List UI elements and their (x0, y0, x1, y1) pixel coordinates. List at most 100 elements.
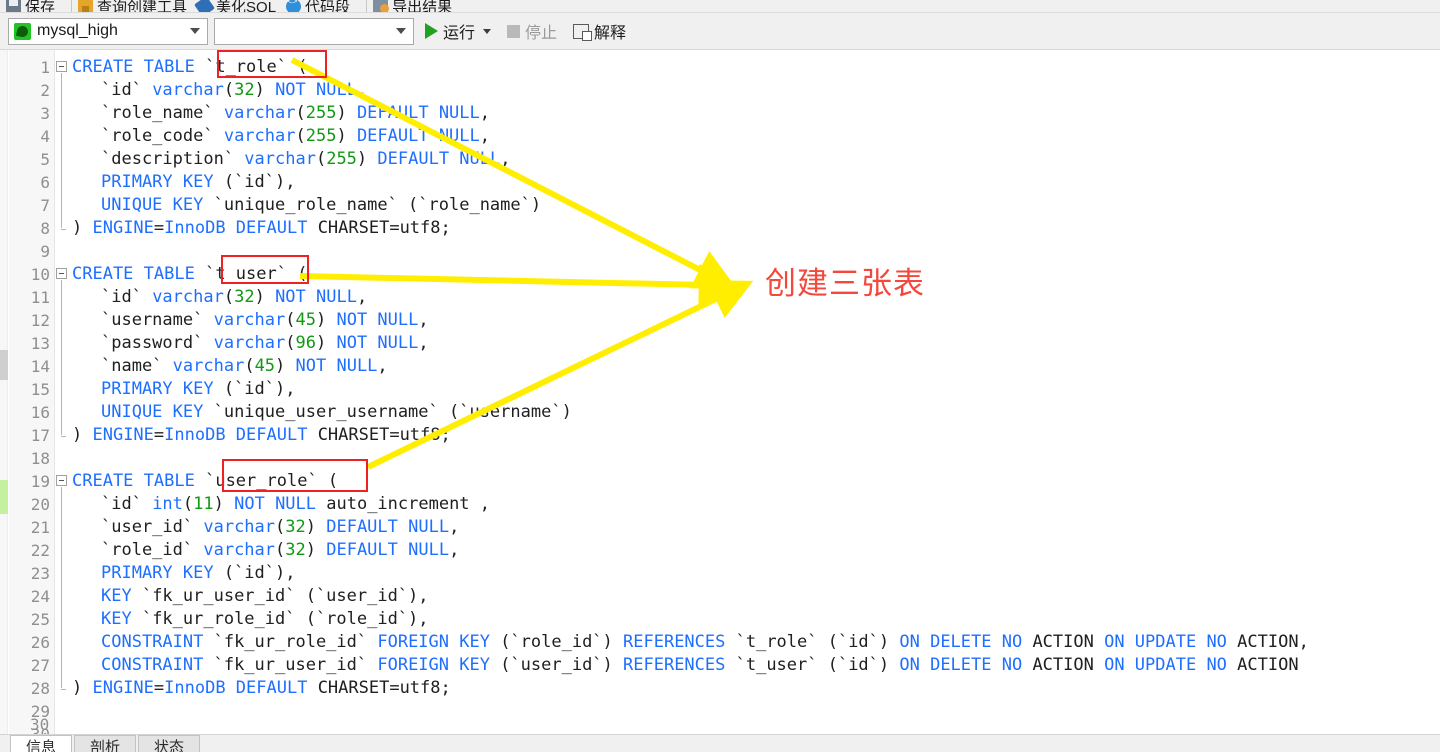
line-number: 27 (30, 656, 50, 675)
tab-status[interactable]: 状态 (138, 735, 200, 752)
code-token: , (479, 126, 491, 146)
code-line[interactable]: PRIMARY KEY (`id`), (101, 562, 295, 585)
code-line[interactable]: CONSTRAINT `fk_ur_role_id` FOREIGN KEY (… (101, 631, 1309, 654)
code-token: ACTION (1022, 632, 1105, 652)
code-token: varchar (223, 126, 296, 146)
code-token: ) (72, 425, 93, 445)
toolbar-export-result-button[interactable]: 导出结果 (373, 0, 453, 13)
code-line[interactable]: `username` varchar(45) NOT NULL, (101, 309, 429, 332)
toolbar-beautify-sql-button[interactable]: 美化SQL (194, 0, 276, 12)
code-token: `name` (101, 356, 173, 376)
line-number-gutter: 1 2 3 4 5 6 7 8 9 10 11 12 13 14 15 16 17 18 19 20 21 22 23 24 2… (9, 50, 55, 744)
toolbar-divider (71, 0, 73, 12)
annotation-note: 创建三张表 (765, 266, 925, 302)
code-line[interactable]: `password` varchar(96) NOT NULL, (101, 332, 429, 355)
tab-status-label: 状态 (153, 739, 184, 752)
code-token: CREATE (72, 57, 134, 77)
code-line[interactable]: `description` varchar(255) DEFAULT NULL, (101, 148, 510, 171)
result-panel-tabbar: 信息 剖析 状态 (0, 734, 1440, 752)
code-token: , (449, 517, 460, 537)
code-line[interactable]: `name` varchar(45) NOT NULL, (101, 355, 388, 378)
stop-button[interactable]: 停止 (502, 17, 562, 45)
code-line[interactable]: `role_code` varchar(255) DEFAULT NULL, (101, 125, 490, 148)
line-number: 10 (30, 265, 50, 284)
object-select[interactable] (214, 17, 414, 45)
code-content[interactable]: CREATE TABLE `t_role` (`id` varchar(32) … (56, 50, 1440, 734)
toolbar-save-button[interactable]: 保存 (6, 0, 56, 13)
run-dropdown-chevron-icon[interactable] (483, 28, 492, 34)
vertical-scrollbar-thumb[interactable] (0, 350, 8, 380)
code-line[interactable]: `user_id` varchar(32) DEFAULT NULL, (101, 516, 459, 539)
sql-code-editor[interactable]: 1 2 3 4 5 6 7 8 9 10 11 12 13 14 15 16 17 18 19 20 21 22 23 24 2… (0, 50, 1440, 744)
code-token: NOT NULL (336, 333, 419, 353)
stop-icon (507, 24, 521, 38)
code-token: ) (254, 287, 276, 307)
toolbar-save-label: 保存 (25, 0, 56, 13)
code-line[interactable]: ) ENGINE=InnoDB DEFAULT CHARSET=utf8; (72, 677, 451, 700)
query-builder-icon (78, 0, 94, 12)
line-number: 19 (30, 472, 50, 491)
code-line[interactable]: `id` varchar(32) NOT NULL, (101, 286, 367, 309)
toolbar-query-builder-button[interactable]: 查询创建工具 (78, 0, 187, 12)
code-line[interactable]: CREATE TABLE `t_user` ( (72, 263, 307, 286)
code-line[interactable]: CREATE TABLE `user_role` ( (72, 470, 338, 493)
code-snippet-icon (286, 0, 302, 12)
code-line[interactable]: KEY `fk_ur_role_id` (`role_id`), (101, 608, 429, 631)
code-token: 32 (234, 287, 255, 307)
code-line[interactable]: `id` varchar(32) NOT NULL, (101, 79, 367, 102)
code-token: `unique_role_name` (`role_name`) (203, 195, 542, 215)
database-select[interactable]: mysql_high (8, 17, 208, 45)
code-token: (`id`), (213, 563, 296, 583)
line-number: 28 (30, 679, 50, 698)
code-token: varchar (203, 517, 276, 537)
code-token: , (479, 103, 491, 123)
code-token: , (500, 149, 511, 169)
editor-left-rail[interactable] (0, 50, 8, 734)
code-line[interactable]: ) ENGINE=InnoDB DEFAULT CHARSET=utf8; (72, 424, 451, 447)
code-line[interactable]: KEY `fk_ur_user_id` (`user_id`), (101, 585, 429, 608)
run-button[interactable]: 运行 (420, 17, 496, 45)
code-token: CHARSET=utf8; (307, 218, 451, 238)
code-line[interactable]: `role_id` varchar(32) DEFAULT NULL, (101, 539, 459, 562)
code-token: ) (336, 126, 357, 146)
code-token: CHARSET=utf8; (307, 678, 451, 698)
code-token: InnoDB DEFAULT (164, 425, 308, 445)
code-token: `id` (101, 80, 153, 100)
code-token: (`role_id`) (489, 632, 624, 652)
code-token: (`user_id`) (489, 655, 624, 675)
code-line[interactable]: CONSTRAINT `fk_ur_user_id` FOREIGN KEY (… (101, 654, 1299, 677)
code-token: NOT NULL (234, 494, 317, 514)
code-token: 96 (295, 333, 316, 353)
code-line[interactable]: PRIMARY KEY (`id`), (101, 378, 295, 401)
code-line[interactable]: UNIQUE KEY `unique_role_name` (`role_nam… (101, 194, 541, 217)
code-token: CHARSET=utf8; (307, 425, 451, 445)
line-number: 8 (40, 219, 50, 238)
tab-info[interactable]: 信息 (10, 735, 72, 752)
explain-icon (573, 23, 593, 41)
toolbar-export-result-label: 导出结果 (392, 0, 453, 13)
code-line[interactable]: `role_name` varchar(255) DEFAULT NULL, (101, 102, 490, 125)
database-icon (14, 22, 31, 40)
code-token: 32 (285, 540, 306, 560)
toolbar-code-snippet-button[interactable]: 代码段 (286, 0, 350, 12)
chevron-down-icon (190, 28, 200, 34)
code-token: ON DELETE NO (899, 632, 1023, 652)
code-token: `role_name` (101, 103, 224, 123)
code-token: TABLE (143, 57, 195, 77)
code-token: DEFAULT NULL (356, 103, 480, 123)
line-number: 5 (40, 150, 50, 169)
line-number: 6 (40, 173, 50, 192)
code-token: varchar (213, 310, 286, 330)
code-token: UNIQUE KEY (101, 402, 204, 422)
code-line[interactable]: UNIQUE KEY `unique_user_username` (`user… (101, 401, 572, 424)
code-line[interactable]: PRIMARY KEY (`id`), (101, 171, 295, 194)
code-token: ( (295, 126, 306, 146)
explain-button[interactable]: 解释 (568, 17, 631, 45)
code-line[interactable]: `id` int(11) NOT NULL auto_increment , (101, 493, 490, 516)
code-line[interactable]: ) ENGINE=InnoDB DEFAULT CHARSET=utf8; (72, 217, 451, 240)
tab-profile-label: 剖析 (89, 739, 120, 752)
tab-profile[interactable]: 剖析 (74, 735, 136, 752)
code-token: NOT NULL (275, 80, 357, 100)
code-line[interactable]: CREATE TABLE `t_role` ( (72, 56, 307, 79)
code-token: varchar (213, 333, 286, 353)
